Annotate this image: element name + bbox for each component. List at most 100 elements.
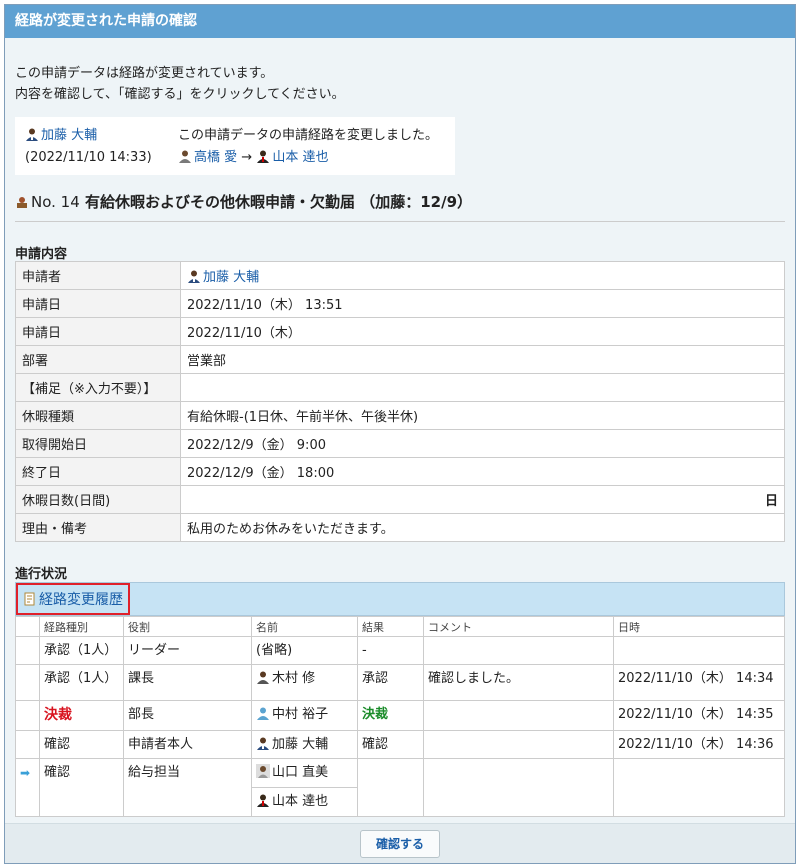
route-comment — [423, 636, 614, 665]
detail-value: 日 — [180, 485, 785, 514]
detail-row: 終了日 2022/12/9（金） 18:00 — [15, 457, 785, 486]
detail-value — [180, 373, 785, 402]
user-icon — [257, 737, 269, 750]
to-user-link[interactable]: 山本 達也 — [272, 150, 328, 165]
current-step-arrow-icon: ➡ — [20, 766, 31, 780]
table-row: 承認（1人） 課長 木村 修 承認 確認しました。 2022/11/10（木） … — [15, 664, 785, 701]
route-datetime: 2022/11/10（木） 14:36 — [613, 730, 785, 759]
detail-label: 理由・備考 — [15, 513, 181, 542]
detail-row: 部署 営業部 — [15, 345, 785, 374]
request-title: 有給休暇およびその他休暇申請・欠勤届 （加藤：12/9） — [85, 193, 473, 211]
route-comment — [423, 758, 614, 817]
marker-header — [15, 616, 40, 637]
detail-value: 2022/11/10（木） — [180, 317, 785, 346]
from-user-link[interactable]: 高橋 愛 — [194, 150, 237, 165]
route-datetime: 2022/11/10（木） 14:35 — [613, 700, 785, 731]
route-name[interactable]: 中村 裕子 — [272, 707, 328, 722]
detail-row: 申請者 加藤 大輔 — [15, 261, 785, 290]
detail-label: 【補足（※入力不要）】 — [15, 373, 181, 402]
detail-value: 営業部 — [180, 345, 785, 374]
dialog-frame: 経路が変更された申請の確認 この申請データは経路が変更されています。 内容を確認… — [4, 4, 796, 864]
change-message: この申請データの申請経路を変更しました。 — [178, 128, 439, 143]
detail-value: 加藤 大輔 — [180, 261, 785, 290]
confirm-button[interactable]: 確認する — [360, 830, 440, 858]
route-role: 課長 — [123, 664, 252, 701]
user-icon — [179, 150, 191, 163]
intro-line-1: この申請データは経路が変更されています。 — [15, 66, 274, 81]
detail-row: 申請日 2022/11/10（木） — [15, 317, 785, 346]
detail-value: 2022/11/10（木） 13:51 — [180, 289, 785, 318]
change-datetime: (2022/11/10 14:33) — [25, 150, 152, 165]
route-result: 確認 — [357, 730, 424, 759]
column-header: コメント — [423, 616, 614, 637]
progress-panel: 経路変更履歴 経路種別 役割 名前 結果 コメント 日時 承認（1人） リーダー… — [15, 582, 785, 817]
detail-label: 部署 — [15, 345, 181, 374]
detail-row: 【補足（※入力不要）】 — [15, 373, 785, 402]
route-name: (省略) — [251, 636, 358, 665]
route-type: 確認 — [39, 758, 124, 817]
detail-row: 申請日 2022/11/10（木） 13:51 — [15, 289, 785, 318]
route-role: リーダー — [123, 636, 252, 665]
applicant-link[interactable]: 加藤 大輔 — [203, 270, 259, 285]
user-icon — [257, 671, 269, 684]
route-comment: 確認しました。 — [423, 664, 614, 701]
route-name[interactable]: 山口 直美 — [272, 765, 328, 780]
request-number: No. 14 — [31, 193, 80, 211]
progress-header: 経路変更履歴 — [15, 582, 785, 616]
detail-label: 申請者 — [15, 261, 181, 290]
details-table: 申請者 加藤 大輔申請日 2022/11/10（木） 13:51 申請日 2022/11… — [15, 261, 785, 542]
current-step-cell: ➡ — [15, 758, 40, 817]
detail-label: 取得開始日 — [15, 429, 181, 458]
route-role: 部長 — [123, 700, 252, 731]
table-row: 承認（1人） リーダー (省略) - — [15, 636, 785, 665]
column-header: 経路種別 — [39, 616, 124, 637]
table-row: 決裁 部長 中村 裕子 決裁 2022/11/10（木） 14:35 — [15, 700, 785, 731]
detail-value: 2022/12/9（金） 18:00 — [180, 457, 785, 486]
user-icon — [26, 128, 38, 141]
route-role: 申請者本人 — [123, 730, 252, 759]
user-icon — [257, 707, 269, 720]
column-header: 日時 — [613, 616, 785, 637]
column-header: 名前 — [251, 616, 358, 637]
route-type: 承認（1人） — [39, 636, 124, 665]
detail-value: 私用のためお休みをいただきます。 — [180, 513, 785, 542]
detail-value: 2022/12/9（金） 9:00 — [180, 429, 785, 458]
decide-stamp: 決裁 — [44, 707, 72, 723]
route-result: 承認 — [357, 664, 424, 701]
route-name-2[interactable]: 山本 達也 — [272, 794, 328, 809]
user-icon — [257, 794, 269, 807]
detail-row: 休暇種類 有給休暇-(1日休、午前半休、午後半休) — [15, 401, 785, 430]
detail-label: 休暇日数(日間) — [15, 485, 181, 514]
route-datetime — [613, 636, 785, 665]
footer-bar: 確認する — [5, 823, 795, 863]
route-datetime — [613, 758, 785, 817]
user-icon — [188, 270, 200, 283]
route-name-cell: 木村 修 — [251, 664, 358, 701]
route-result-cell: 決裁 — [357, 700, 424, 731]
arrow-icon: → — [241, 150, 253, 165]
user-icon — [257, 150, 270, 163]
route-history-link[interactable]: 経路変更履歴 — [16, 583, 130, 615]
change-user-link[interactable]: 加藤 大輔 — [41, 128, 97, 143]
route-comment — [423, 730, 614, 759]
route-name[interactable]: 木村 修 — [272, 671, 315, 686]
column-header: 役割 — [123, 616, 252, 637]
progress-section-title: 進行状況 — [15, 567, 68, 582]
route-comment — [423, 700, 614, 731]
divider — [15, 221, 785, 222]
detail-row: 休暇日数(日間) 日 — [15, 485, 785, 514]
route-type: 確認 — [39, 730, 124, 759]
stamp-icon — [17, 197, 27, 208]
route-history-label[interactable]: 経路変更履歴 — [39, 592, 123, 608]
detail-row: 取得開始日 2022/12/9（金） 9:00 — [15, 429, 785, 458]
route-type: 承認（1人） — [39, 664, 124, 701]
progress-table: 経路種別 役割 名前 結果 コメント 日時 承認（1人） リーダー (省略) - — [15, 616, 785, 817]
route-name[interactable]: 加藤 大輔 — [272, 737, 328, 752]
details-section-title: 申請内容 — [15, 247, 68, 262]
user-icon — [256, 764, 270, 778]
route-datetime: 2022/11/10（木） 14:34 — [613, 664, 785, 701]
document-icon — [24, 592, 35, 606]
route-name-cell: 山口 直美 山本 達也 — [251, 758, 358, 817]
route-name-cell: 中村 裕子 — [251, 700, 358, 731]
detail-row: 理由・備考 私用のためお休みをいただきます。 — [15, 513, 785, 542]
